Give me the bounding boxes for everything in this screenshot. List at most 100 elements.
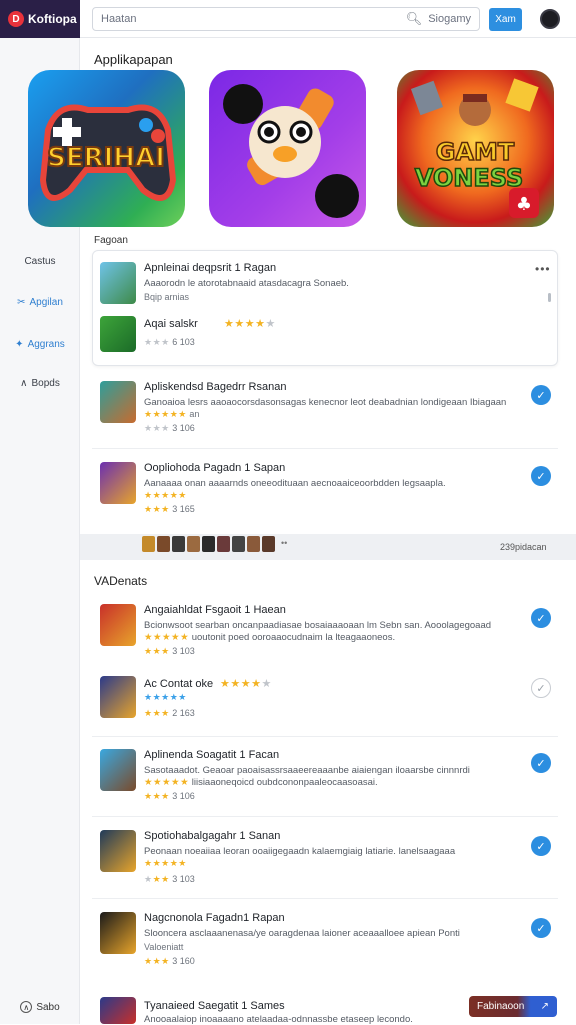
mini-thumbnail[interactable]: [142, 536, 155, 552]
mini-thumbnail[interactable]: [157, 536, 170, 552]
list-item[interactable]: Apliskendsd Bagedrr Rsanan Ganoaioa lesr…: [96, 381, 556, 439]
brand[interactable]: D Koftiopa: [0, 0, 80, 38]
item-title: Aplinenda Soagatit 1 Facan: [144, 749, 280, 761]
search-placeholder: Haatan: [101, 13, 137, 25]
app-thumbnail: [100, 912, 136, 954]
installed-check-icon[interactable]: ✓: [531, 385, 551, 405]
hero-icon: GAMT VONESS ♣: [410, 78, 539, 218]
search-icon[interactable]: 🔍︎: [406, 11, 423, 27]
search-input[interactable]: Haatan 🔍︎ Siogamy: [92, 7, 480, 31]
item-rating: ★★★ 3 103: [144, 874, 195, 884]
top-action-label: Xam: [495, 14, 516, 25]
mini-thumbnail[interactable]: [172, 536, 185, 552]
chevron-up-icon: ∧: [20, 378, 28, 389]
divider: [92, 816, 558, 817]
brand-name: Koftiopa: [28, 12, 77, 26]
item-rating: ★★★ 3 103: [144, 646, 195, 656]
item-sub: ★★★★★ uoutonit poed ooroaaocudnaim la lt…: [144, 632, 396, 643]
section-title: VADenats: [94, 574, 148, 588]
avatar[interactable]: [540, 9, 560, 29]
more-dots-icon[interactable]: ••: [281, 538, 287, 548]
sidebar-footer[interactable]: ∧ Sabo: [0, 990, 80, 1024]
item-rating: ★★★ 3 106: [144, 423, 195, 433]
featured-app-tile-3[interactable]: GAMT VONESS ♣: [397, 70, 554, 227]
divider: [92, 448, 558, 449]
rating-stars: ★★★★★: [144, 692, 187, 702]
sidebar-item-label: Aggrans: [27, 339, 65, 350]
list-item[interactable]: Ac Contat oke ★★★★★ ★★★★★ ★★★ 2 163 ✓: [96, 676, 556, 720]
rating-stars: ★★★★★: [220, 678, 272, 690]
list-item[interactable]: Oopliohoda Pagadn 1 Sapan Aanaaaa onan a…: [96, 462, 556, 520]
list-item[interactable]: Spotiohabalgagahr 1 Sanan Peonaan noeaii…: [96, 830, 556, 888]
list-item[interactable]: Aqai salskr ★★★★★ ★★★ 6 103: [96, 316, 556, 356]
item-desc: Peonaan noeaiiaa leoran ooaiigegaadn kal…: [144, 846, 456, 857]
item-sub: Valoeniatt: [144, 942, 184, 952]
list-item[interactable]: Aplinenda Soagatit 1 Facan Sasotaaadot. …: [96, 749, 556, 807]
install-button[interactable]: Fabinaoon ↗: [469, 996, 557, 1017]
featured-app-tile-1[interactable]: SERIHAI: [28, 70, 185, 227]
tile-1-name: SERIHAI: [47, 143, 165, 173]
item-desc: Bcionwsoot searban oncanpaadiasae bosaia…: [144, 620, 492, 631]
item-desc: Ganoaioa lesrs aaoaocorsdasonsagas kenec…: [144, 397, 507, 408]
item-title: Tyanaieed Saegatit 1 Sames: [144, 1000, 285, 1012]
strip-count: 239pidacan: [500, 542, 547, 552]
list-item[interactable]: Nagcnonola Fagadn1 Rapan Slooncera ascla…: [96, 912, 556, 970]
list-item[interactable]: Apnleinai deqpsrit 1 Ragan Aaaorodn le a…: [96, 262, 556, 304]
item-desc: Anooaalaiop inoaaaano atelaadaa-odnnassb…: [144, 1014, 413, 1025]
mini-thumbnail[interactable]: [187, 536, 200, 552]
item-title: Ac Contat oke: [144, 678, 214, 690]
top-bar: D Koftiopa Haatan 🔍︎ Siogamy Xam: [0, 0, 576, 38]
app-thumbnail: [100, 749, 136, 791]
installed-check-icon[interactable]: ✓: [531, 753, 551, 773]
item-desc: Sasotaaadot. Geaoar paoaisassrsaaeereaaa…: [144, 765, 470, 776]
install-label: Fabinaoon: [477, 1001, 525, 1012]
sidebar-item-castus[interactable]: Castus: [0, 256, 80, 267]
app-thumbnail: [100, 462, 136, 504]
installed-check-icon[interactable]: ✓: [531, 466, 551, 486]
item-title: Apnleinai deqpsrit 1 Ragan: [144, 262, 277, 274]
top-action-button[interactable]: Xam: [489, 8, 522, 31]
mini-thumbnail[interactable]: [217, 536, 230, 552]
mini-thumbnail[interactable]: [232, 536, 245, 552]
list-item[interactable]: Angaiahldat Fsgaoit 1 Haean Bcionwsoot s…: [96, 604, 556, 662]
sidebar-item-apgilan[interactable]: ✂︎ Apgilan: [0, 297, 80, 308]
mini-thumbnail[interactable]: [247, 536, 260, 552]
installed-check-icon[interactable]: ✓: [531, 918, 551, 938]
rating-stars: ★★★★★: [224, 318, 276, 330]
circle-icon: ∧: [20, 1001, 33, 1013]
tray-title: Fagoan: [94, 235, 128, 246]
item-desc: Slooncera asclaaanenasa/ye oaragdenaa la…: [144, 928, 460, 939]
app-thumbnail: [100, 604, 136, 646]
app-thumbnail: [100, 262, 136, 304]
brand-logo-icon: D: [8, 11, 24, 27]
item-title: Oopliohoda Pagadn 1 Sapan: [144, 462, 286, 474]
featured-title: Applikapapan: [94, 52, 173, 67]
arrow-icon: ↗: [540, 1001, 549, 1012]
installed-check-icon[interactable]: ✓: [531, 836, 551, 856]
item-rating: ★★★ 6 103: [144, 337, 195, 347]
pending-check-icon[interactable]: ✓: [531, 678, 551, 698]
featured-app-tile-2[interactable]: [209, 70, 366, 227]
sidebar-item-aggrans[interactable]: ✦ Aggrans: [0, 339, 80, 350]
item-rating: ★★★ 2 163: [144, 708, 195, 718]
app-thumbnail: [100, 676, 136, 718]
divider: [92, 898, 558, 899]
item-title: Angaiahldat Fsgaoit 1 Haean: [144, 604, 286, 616]
mini-thumbnail[interactable]: [262, 536, 275, 552]
rating-stars: ★★★★★: [144, 490, 187, 500]
item-desc: Aaaorodn le atorotabnaaid atasdacagra So…: [144, 278, 349, 289]
rating-stars: ★★★★★: [144, 858, 187, 868]
installed-check-icon[interactable]: ✓: [531, 608, 551, 628]
item-title: Nagcnonola Fagadn1 Rapan: [144, 912, 285, 924]
mini-thumbnail[interactable]: [202, 536, 215, 552]
divider: [92, 736, 558, 737]
sidebar-item-label: Apgilan: [29, 297, 63, 308]
item-rating: ★★★ 3 160: [144, 956, 195, 966]
sidebar-item-bopds[interactable]: ∧ Bopds: [0, 378, 80, 389]
item-rating: ★★★ 3 165: [144, 504, 195, 514]
item-title: Aqai salskr: [144, 318, 198, 330]
sidebar-item-label: Bopds: [31, 378, 60, 389]
grid-icon: ✦: [15, 339, 24, 350]
link-icon: ✂︎: [17, 297, 26, 308]
search-scope: Siogamy: [428, 13, 471, 25]
